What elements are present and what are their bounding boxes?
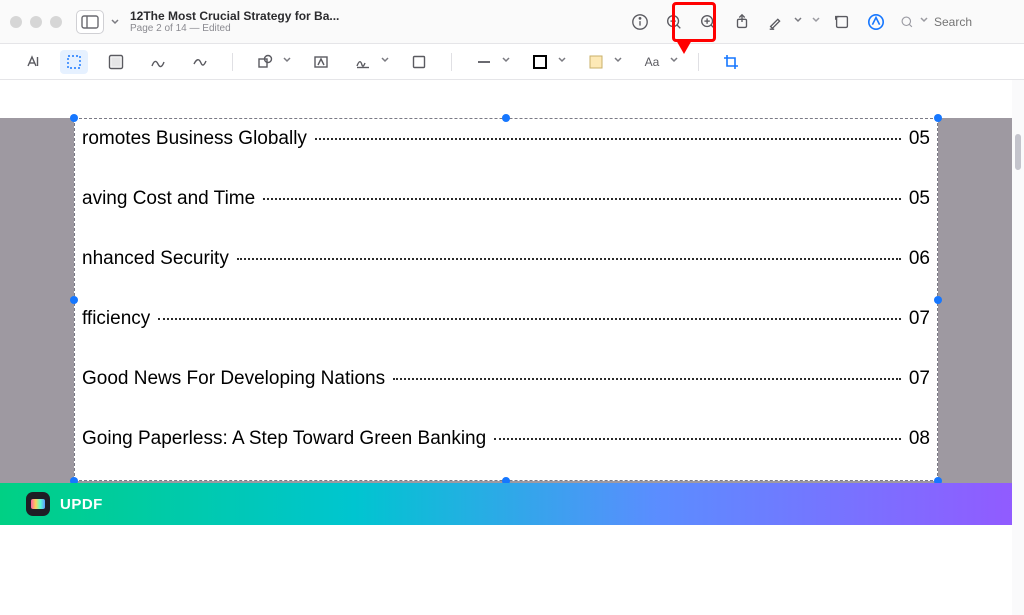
sidebar-dropdown-icon[interactable] [110,10,120,34]
toc-title: romotes Business Globally [82,128,307,150]
border-style-group [470,50,512,74]
share-button[interactable] [728,8,756,36]
toc-page: 06 [909,248,930,270]
resize-handle-tr[interactable] [934,114,942,122]
text-tool-button[interactable] [18,50,46,74]
sign-dropdown-icon[interactable] [379,56,391,67]
fullscreen-window-button[interactable] [50,16,62,28]
toc-row: fficiency 07 [82,308,930,368]
highlighter-button[interactable] [762,8,790,36]
toolbar-separator [232,53,233,71]
markup-button[interactable] [862,8,890,36]
toc-title: aving Cost and Time [82,188,255,210]
toolbar-separator [698,53,699,71]
document-title: 12The Most Crucial Strategy for Ba... [130,9,339,23]
font-style-button[interactable]: Aa [638,50,666,74]
toc-row: nhanced Security 06 [82,248,930,308]
resize-handle-mr[interactable] [934,296,942,304]
document-title-block: 12The Most Crucial Strategy for Ba... Pa… [130,9,339,34]
resize-handle-tm[interactable] [502,114,510,122]
toc-title: Good News For Developing Nations [82,368,385,390]
close-window-button[interactable] [10,16,22,28]
note-button[interactable] [405,50,433,74]
document-subtitle: Page 2 of 14 — Edited [130,23,339,34]
resize-handle-ml[interactable] [70,296,78,304]
search-icon [900,15,914,29]
search-input[interactable] [934,15,1014,29]
brand-banner: UPDF [0,483,1012,525]
divider-chevron-icon [810,16,822,27]
stroke-color-dropdown-icon[interactable] [556,56,568,67]
border-style-dropdown-icon[interactable] [500,56,512,67]
selection-region[interactable]: romotes Business Globally 05 aving Cost … [74,118,938,481]
brand-logo-icon [26,492,50,516]
brand-name: UPDF [60,496,103,513]
toc-page: 07 [909,308,930,330]
selection-tool-button[interactable] [60,50,88,74]
zoom-out-button[interactable] [660,8,688,36]
sign-button[interactable] [349,50,377,74]
shapes-button[interactable] [251,50,279,74]
titlebar: 12The Most Crucial Strategy for Ba... Pa… [0,0,1024,44]
fill-color-button[interactable] [582,50,610,74]
zoom-in-button[interactable] [694,8,722,36]
toc-leader [263,198,901,200]
toc-title: Going Paperless: A Step Toward Green Ban… [82,428,486,450]
redact-tool-button[interactable] [102,50,130,74]
sign-group [349,50,391,74]
sidebar-toggle-button[interactable] [76,10,104,34]
toolbar-separator [451,53,452,71]
font-style-group: Aa [638,50,680,74]
page-bottom-strip [0,525,1012,615]
toc-title: nhanced Security [82,248,229,270]
shapes-dropdown-icon[interactable] [281,56,293,67]
search-dropdown-icon[interactable] [918,16,930,27]
toc-leader [315,138,901,140]
page-top-strip [0,80,1012,118]
toc-row: Good News For Developing Nations 07 [82,368,930,428]
toc-leader [158,318,901,320]
document-canvas[interactable]: romotes Business Globally 05 aving Cost … [0,80,1024,615]
font-style-dropdown-icon[interactable] [668,56,680,67]
toc-page: 05 [909,188,930,210]
scrollbar-track[interactable] [1012,80,1024,615]
toc-leader [237,258,901,260]
shapes-group [251,50,293,74]
fill-color-group [582,50,624,74]
toc-leader [393,378,901,380]
border-style-button[interactable] [470,50,498,74]
toc-row: aving Cost and Time 05 [82,188,930,248]
minimize-window-button[interactable] [30,16,42,28]
stroke-color-group [526,50,568,74]
draw-tool-button[interactable] [186,50,214,74]
toc-list: romotes Business Globally 05 aving Cost … [74,118,938,492]
toc-page: 05 [909,128,930,150]
toc-page: 07 [909,368,930,390]
toc-row: romotes Business Globally 05 [82,128,930,188]
info-button[interactable] [626,8,654,36]
sketch-tool-button[interactable] [144,50,172,74]
highlighter-dropdown-icon[interactable] [792,16,804,27]
crop-button[interactable] [717,50,745,74]
window-controls [10,16,62,28]
resize-handle-tl[interactable] [70,114,78,122]
scrollbar-thumb[interactable] [1015,134,1021,170]
toc-page: 08 [909,428,930,450]
highlighter-group [762,8,804,36]
textbox-button[interactable] [307,50,335,74]
fill-color-dropdown-icon[interactable] [612,56,624,67]
rotate-button[interactable] [828,8,856,36]
toc-title: fficiency [82,308,150,330]
stroke-color-button[interactable] [526,50,554,74]
markup-toolbar: Aa [0,44,1024,80]
toc-leader [494,438,901,440]
search-group [900,15,1014,29]
